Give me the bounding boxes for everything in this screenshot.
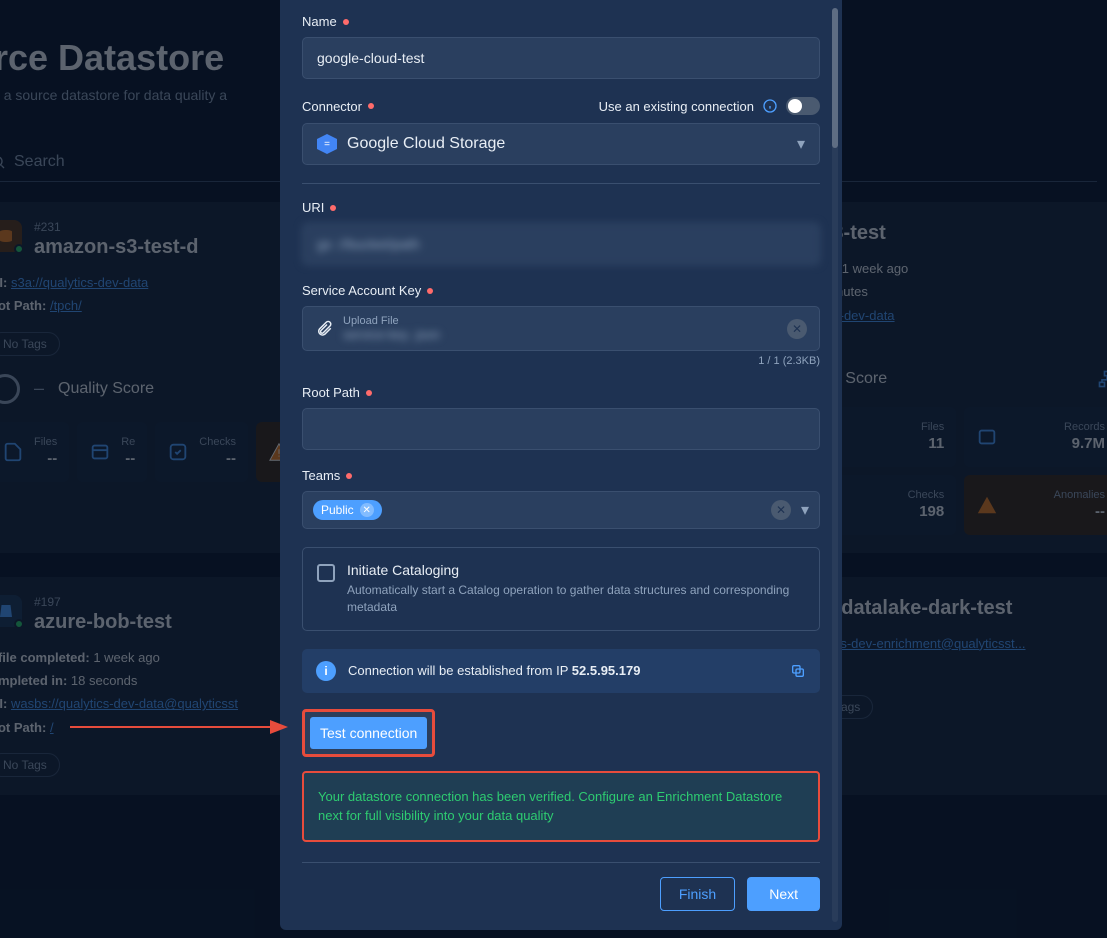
- root-path-label: Root Path: [302, 385, 360, 400]
- info-icon[interactable]: [762, 98, 778, 114]
- test-connection-button[interactable]: Test connection: [310, 717, 427, 749]
- service-account-key-upload[interactable]: Upload File service-key .json ✕: [302, 306, 820, 351]
- initiate-cataloging-option[interactable]: Initiate Cataloging Automatically start …: [302, 547, 820, 631]
- file-counter: 1 / 1 (2.3KB): [302, 355, 820, 367]
- catalog-checkbox[interactable]: [317, 564, 335, 582]
- team-chip-public[interactable]: Public ✕: [313, 500, 382, 520]
- use-existing-label: Use an existing connection: [599, 99, 754, 114]
- uri-label: URI: [302, 200, 324, 215]
- finish-button[interactable]: Finish: [660, 877, 735, 911]
- add-datastore-modal: Name Connector Use an existing connectio…: [280, 0, 842, 930]
- clear-teams-button[interactable]: ✕: [771, 500, 791, 520]
- scrollbar-thumb[interactable]: [832, 8, 838, 148]
- existing-connection-toggle[interactable]: [786, 97, 820, 115]
- connection-verified-banner: Your datastore connection has been verif…: [302, 771, 820, 842]
- next-button[interactable]: Next: [747, 877, 820, 911]
- ip-info-banner: i Connection will be established from IP…: [302, 649, 820, 693]
- root-path-input[interactable]: [302, 408, 820, 450]
- uri-input[interactable]: gs ://bucket/path: [302, 223, 820, 265]
- chevron-down-icon: ▾: [801, 500, 809, 520]
- chevron-down-icon: ▾: [797, 134, 805, 154]
- required-dot: [343, 19, 349, 25]
- clear-file-button[interactable]: ✕: [787, 319, 807, 339]
- info-icon: i: [316, 661, 336, 681]
- sak-label: Service Account Key: [302, 283, 421, 298]
- copy-icon[interactable]: [790, 663, 806, 679]
- connector-select[interactable]: = Google Cloud Storage ▾: [302, 123, 820, 165]
- teams-label: Teams: [302, 468, 340, 483]
- name-input[interactable]: [302, 37, 820, 79]
- name-label: Name: [302, 14, 337, 29]
- attachment-icon: [315, 320, 333, 338]
- remove-team-icon[interactable]: ✕: [360, 503, 374, 517]
- connector-label: Connector: [302, 99, 362, 114]
- gcs-icon: =: [317, 134, 337, 154]
- teams-select[interactable]: Public ✕ ✕ ▾: [302, 491, 820, 529]
